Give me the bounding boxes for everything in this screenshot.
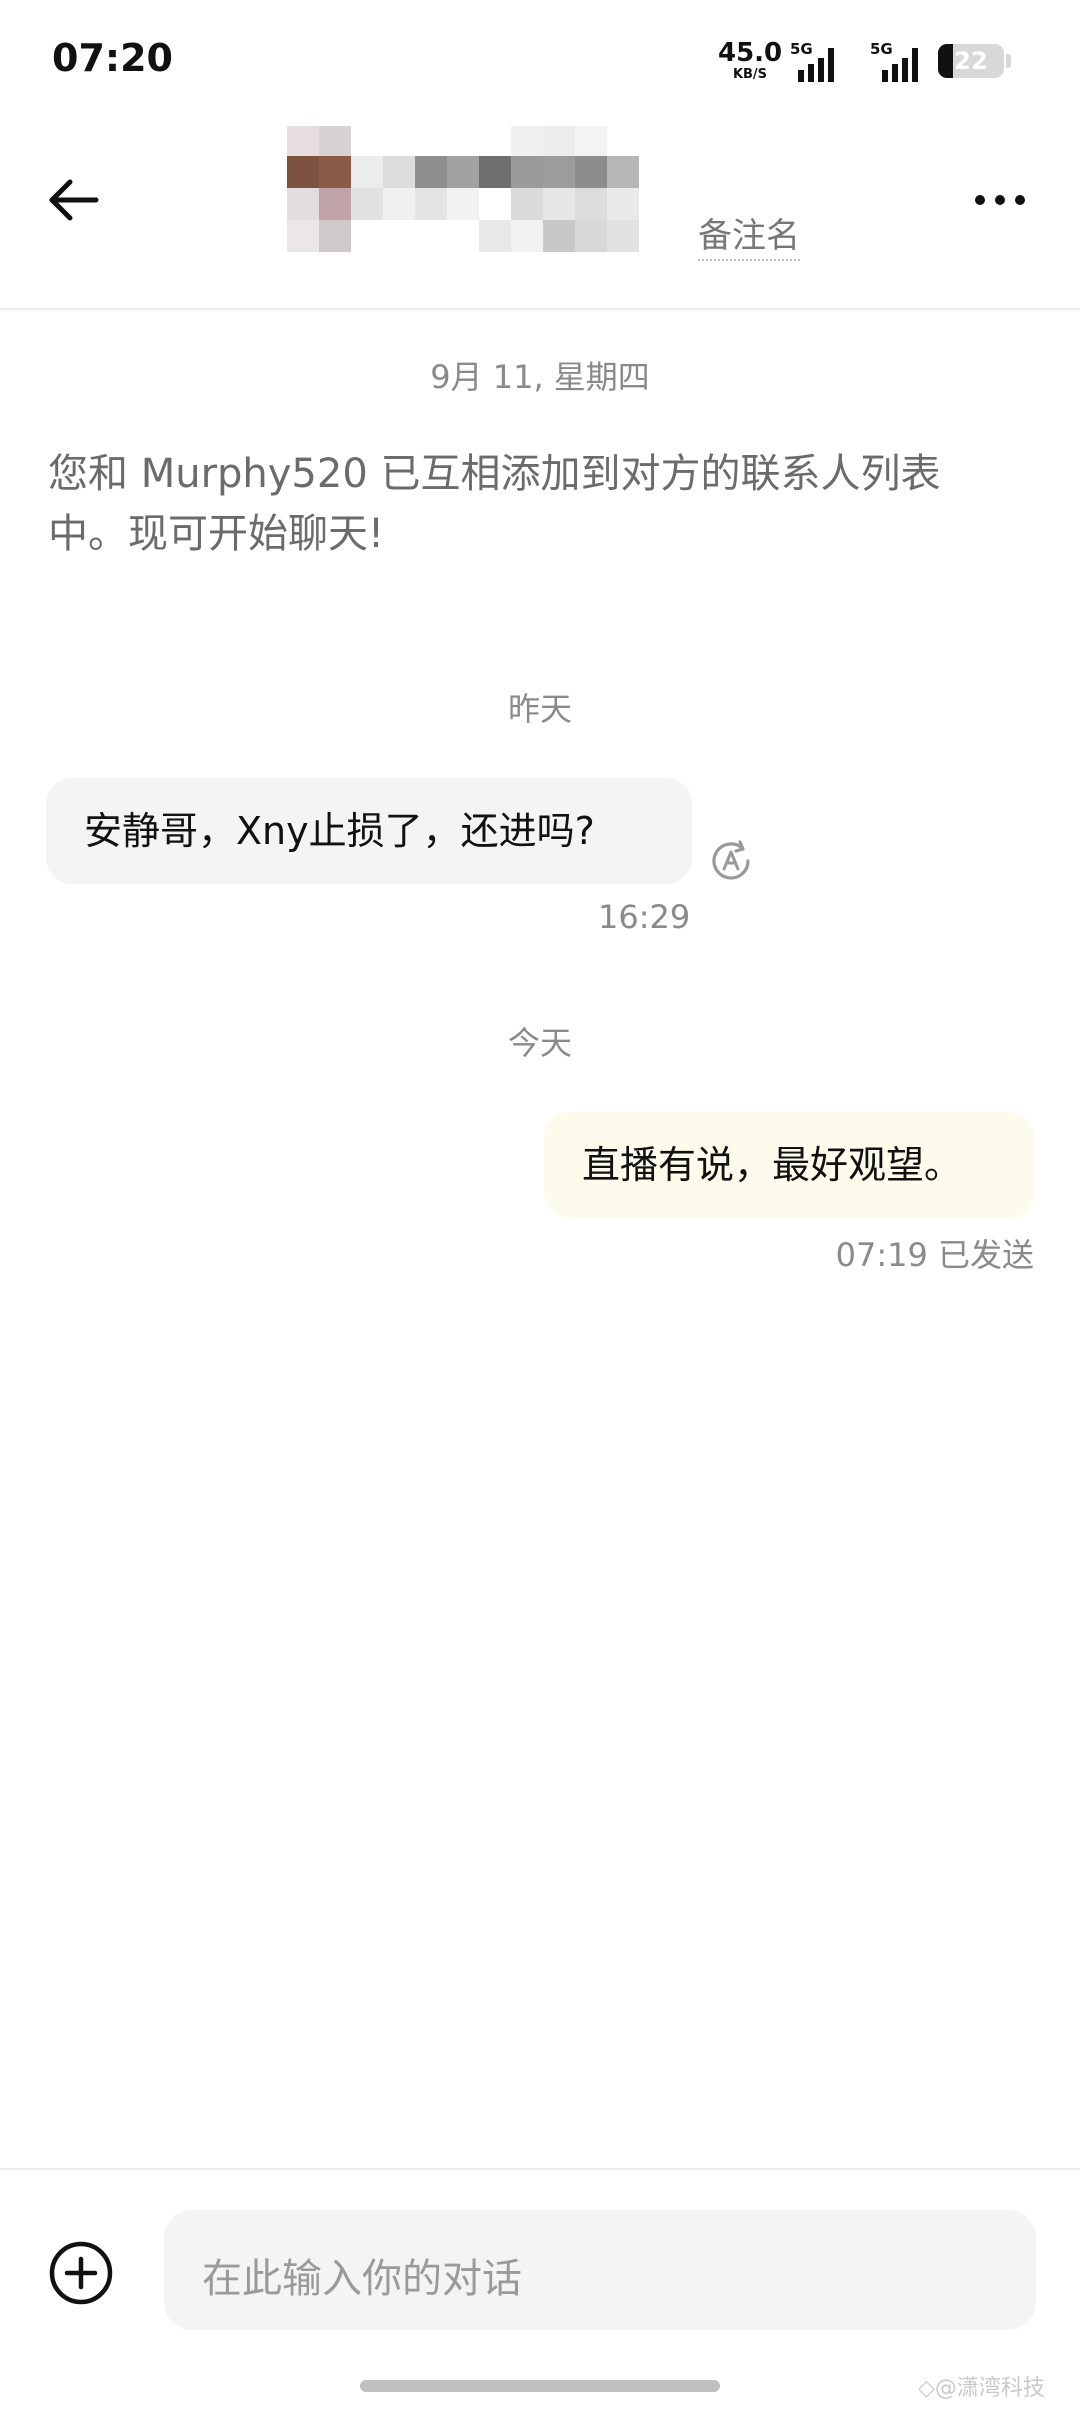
message-input-placeholder: 在此输入你的对话 [202,2256,522,2302]
contact-name-mosaic[interactable] [255,126,675,276]
message-input-bar: 在此输入你的对话 [0,2168,1080,2330]
status-bar: 07:20 45.0 KB/S 5G 5G 22 [0,0,1080,120]
translate-icon[interactable] [706,836,756,886]
back-arrow-icon[interactable] [44,170,104,230]
status-time: 07:20 [52,36,173,80]
network-speed-value: 45.0 [718,38,783,68]
sim1-signal-icon: 5G [790,40,842,82]
system-notice: 您和 Murphy520 已互相添加到对方的联系人列表中。现可开始聊天! [48,451,941,557]
incoming-message-bubble[interactable]: 安静哥，Xny止损了，还进吗? [46,778,692,884]
outgoing-message-status: 07:19 已发送 [835,1236,1034,1274]
sim2-signal-icon: 5G [868,40,928,82]
battery-tip [1006,54,1011,68]
watermark-text: ◇@潇湾科技 [918,2376,1045,2401]
battery-level: 22 [954,47,988,75]
outgoing-message-bubble[interactable]: 直播有说，最好观望。 [544,1112,1034,1218]
incoming-message-time: 16:29 [598,898,691,936]
plus-circle-icon[interactable] [46,2238,116,2308]
date-separator-today: 今天 [507,1024,572,1062]
home-indicator[interactable] [360,2380,720,2392]
date-separator-yesterday: 昨天 [507,690,572,728]
remark-name-link[interactable]: 备注名 [698,208,800,261]
network-speed: 45.0 KB/S [718,40,782,81]
message-input[interactable]: 在此输入你的对话 [164,2210,1036,2330]
date-separator: 9月 11, 星期四 [430,358,650,396]
battery-icon: 22 [938,44,1004,78]
chat-header: 备注名 [0,120,1080,310]
more-dots-icon[interactable] [970,182,1030,218]
network-speed-unit: KB/S [732,67,768,82]
